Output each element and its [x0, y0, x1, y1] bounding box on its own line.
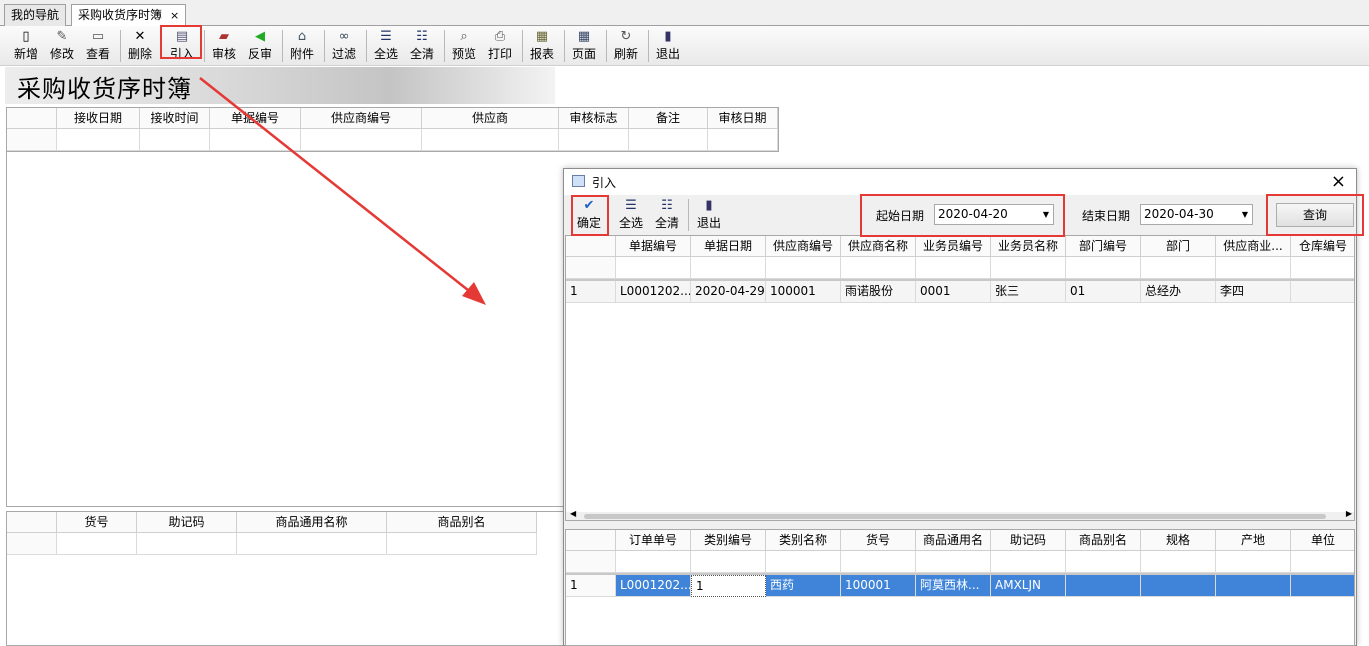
exit-icon: ▮: [705, 198, 713, 213]
table-cell-focused[interactable]: 1: [691, 575, 766, 597]
column-header[interactable]: 产地: [1216, 530, 1291, 551]
clear-all-icon: ☷: [661, 198, 673, 213]
chevron-down-icon[interactable]: ▼: [1242, 205, 1248, 224]
filter-row-cell[interactable]: [991, 257, 1066, 279]
filter-row-cell[interactable]: [766, 551, 841, 573]
app-window-icon: [572, 175, 585, 187]
column-header[interactable]: 商品通用名: [916, 530, 991, 551]
exit-button[interactable]: ▮ 退出: [692, 197, 726, 233]
filter-row-cell[interactable]: [691, 257, 766, 279]
dialog-title: 引入: [592, 176, 617, 190]
table-cell[interactable]: 西药: [766, 575, 841, 597]
table-cell[interactable]: AMXLJN: [991, 575, 1066, 597]
column-header[interactable]: 供应商业...: [1216, 236, 1291, 257]
column-header[interactable]: 供应商编号: [766, 236, 841, 257]
filter-row-cell[interactable]: [1216, 257, 1291, 279]
column-header[interactable]: 业务员名称: [991, 236, 1066, 257]
table-cell[interactable]: 100001: [841, 575, 916, 597]
filter-row-cell[interactable]: [766, 257, 841, 279]
column-header[interactable]: 规格: [1141, 530, 1216, 551]
filter-row-cell[interactable]: [991, 551, 1066, 573]
column-header[interactable]: 订单单号: [616, 530, 691, 551]
table-cell[interactable]: [1291, 281, 1354, 303]
filter-row-cell[interactable]: [916, 551, 991, 573]
clear-all-button[interactable]: ☷ 全清: [650, 197, 684, 233]
column-header[interactable]: 商品别名: [1066, 530, 1141, 551]
column-header[interactable]: 单据编号: [616, 236, 691, 257]
confirm-highlight: [571, 195, 609, 236]
column-header[interactable]: 助记码: [991, 530, 1066, 551]
table-cell[interactable]: 雨诺股份: [841, 281, 916, 303]
column-header[interactable]: 部门: [1141, 236, 1216, 257]
column-header[interactable]: 部门编号: [1066, 236, 1141, 257]
select-all-button[interactable]: ☰ 全选: [614, 197, 648, 233]
filter-row-cell[interactable]: [616, 257, 691, 279]
table-cell[interactable]: L0001202...: [616, 575, 691, 597]
table-cell[interactable]: 总经办: [1141, 281, 1216, 303]
row-indicator-header: [566, 236, 616, 257]
end-date-value: 2020-04-30: [1144, 207, 1214, 221]
table-cell[interactable]: 阿莫西林...: [916, 575, 991, 597]
filter-row-cell[interactable]: [1141, 257, 1216, 279]
button-label: 全选: [618, 216, 643, 230]
scroll-left-icon[interactable]: ◀: [570, 509, 576, 518]
import-dialog: 引入 × ✔ 确定 ☰ 全选 ☷ 全清 ▮ 退出 起始日期 2020-04-20 ▼ 结束…: [563, 168, 1357, 646]
button-label: 退出: [696, 216, 721, 230]
horizontal-scrollbar[interactable]: ◀ ▶: [566, 509, 1354, 520]
button-label: 全清: [654, 216, 679, 230]
column-header[interactable]: 类别名称: [766, 530, 841, 551]
table-cell[interactable]: [1066, 575, 1141, 597]
row-number: 1: [566, 281, 616, 303]
row-number: 1: [566, 575, 616, 597]
filter-row-cell[interactable]: [841, 551, 916, 573]
scroll-right-icon[interactable]: ▶: [1346, 509, 1352, 518]
dialog-titlebar: 引入 ×: [564, 169, 1356, 195]
filter-row-cell[interactable]: [566, 551, 616, 573]
table-cell[interactable]: 01: [1066, 281, 1141, 303]
filter-row-cell[interactable]: [1216, 551, 1291, 573]
table-cell[interactable]: 张三: [991, 281, 1066, 303]
column-header[interactable]: 业务员编号: [916, 236, 991, 257]
table-cell[interactable]: [1216, 575, 1291, 597]
items-grid[interactable]: 订单单号 类别编号 类别名称 货号 商品通用名 助记码 商品别名 规格 产地 单…: [565, 529, 1355, 646]
filter-row-cell[interactable]: [566, 257, 616, 279]
filter-row-cell[interactable]: [916, 257, 991, 279]
filter-row-cell[interactable]: [691, 551, 766, 573]
table-cell[interactable]: [1291, 575, 1354, 597]
end-date-picker[interactable]: 2020-04-30 ▼: [1140, 204, 1253, 225]
column-header[interactable]: 仓库编号: [1291, 236, 1354, 257]
filter-row-cell[interactable]: [1066, 551, 1141, 573]
close-icon[interactable]: ×: [1331, 171, 1346, 192]
filter-row-cell[interactable]: [841, 257, 916, 279]
table-cell[interactable]: 0001: [916, 281, 991, 303]
scrollbar-thumb[interactable]: [584, 514, 1326, 519]
table-cell[interactable]: L0001202...: [616, 281, 691, 303]
table-cell[interactable]: [1141, 575, 1216, 597]
table-cell[interactable]: 李四: [1216, 281, 1291, 303]
query-highlight: [1266, 194, 1364, 236]
filter-row-cell[interactable]: [1291, 551, 1354, 573]
orders-grid[interactable]: 单据编号 单据日期 供应商编号 供应商名称 业务员编号 业务员名称 部门编号 部…: [565, 235, 1355, 521]
column-header[interactable]: 单据日期: [691, 236, 766, 257]
filter-row-cell[interactable]: [1066, 257, 1141, 279]
column-header[interactable]: 货号: [841, 530, 916, 551]
start-date-highlight: [860, 194, 1065, 237]
column-header[interactable]: 供应商名称: [841, 236, 916, 257]
filter-row-cell[interactable]: [1291, 257, 1354, 279]
column-header[interactable]: 单位: [1291, 530, 1354, 551]
select-all-icon: ☰: [625, 198, 637, 213]
filter-row-cell[interactable]: [616, 551, 691, 573]
end-date-label: 结束日期: [1082, 209, 1131, 223]
column-header[interactable]: 类别编号: [691, 530, 766, 551]
table-cell[interactable]: 2020-04-29: [691, 281, 766, 303]
filter-row-cell[interactable]: [1141, 551, 1216, 573]
table-cell[interactable]: 100001: [766, 281, 841, 303]
row-indicator-header: [566, 530, 616, 551]
